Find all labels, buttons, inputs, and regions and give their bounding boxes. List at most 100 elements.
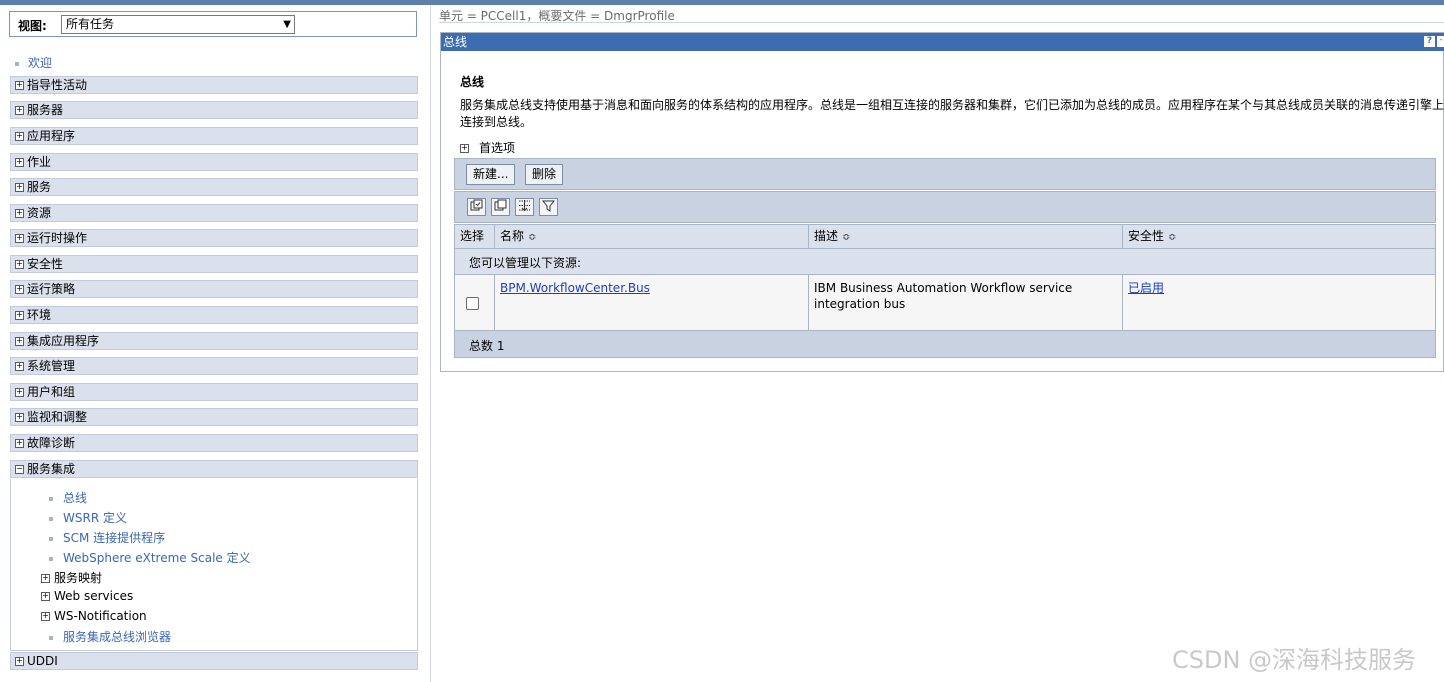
nav-item-applications[interactable]: + 应用程序 bbox=[10, 127, 418, 145]
sub-group-web-services[interactable]: + Web services bbox=[41, 589, 133, 603]
bullet-icon bbox=[49, 516, 53, 521]
panel-titlebar: 总线 ? - bbox=[441, 33, 1444, 51]
table-header: 选择 名称 ≎ 描述 ≎ 安全性 ≎ bbox=[454, 224, 1436, 249]
new-button[interactable]: 新建... bbox=[466, 164, 516, 185]
row-checkbox[interactable] bbox=[466, 297, 479, 310]
plus-box-icon: + bbox=[15, 233, 24, 243]
welcome-label: 欢迎 bbox=[28, 56, 53, 70]
nav-item-label: 服务集成 bbox=[27, 462, 76, 476]
nav-item-uddi[interactable]: + UDDI bbox=[10, 652, 418, 670]
nav-item-environment[interactable]: + 环境 bbox=[10, 306, 418, 324]
bus-description: IBM Business Automation Workflow service… bbox=[814, 281, 1073, 311]
sub-group-ws-notification[interactable]: + WS-Notification bbox=[41, 609, 147, 623]
preferences-toggle[interactable]: + 首选项 bbox=[460, 139, 515, 156]
view-label: 视图: bbox=[18, 19, 47, 33]
bullet-icon bbox=[49, 496, 53, 501]
nav-item-operational-policies[interactable]: + 运行策略 bbox=[10, 280, 418, 298]
nav-item-label: 环境 bbox=[27, 308, 52, 322]
bullet-icon bbox=[49, 556, 53, 561]
plus-box-icon: + bbox=[15, 438, 24, 448]
bullet-icon bbox=[49, 536, 53, 541]
plus-box-icon: + bbox=[15, 310, 24, 320]
cell-select bbox=[455, 275, 495, 330]
cell-security: 已启用 bbox=[1123, 275, 1435, 330]
nav-item-integration-applications[interactable]: + 集成应用程序 bbox=[10, 332, 418, 350]
column-label: 选择 bbox=[460, 229, 485, 243]
show-filter-icon[interactable] bbox=[515, 198, 534, 216]
plus-box-icon: + bbox=[15, 131, 24, 141]
show-filter-svg bbox=[519, 200, 530, 212]
page-description: 服务集成总线支持使用基于消息和面向服务的体系结构的应用程序。总线是一组相互连接的… bbox=[460, 98, 1444, 129]
nav-item-servers[interactable]: + 服务器 bbox=[10, 101, 418, 119]
sort-updown-icon[interactable]: ≎ bbox=[842, 232, 850, 243]
nav-item-label: 安全性 bbox=[27, 257, 64, 271]
nav-item-guided-activities[interactable]: + 指导性活动 bbox=[10, 76, 418, 94]
plus-box-icon: + bbox=[15, 259, 24, 269]
nav-item-system-administration[interactable]: + 系统管理 bbox=[10, 357, 418, 375]
nav-item-monitoring-and-tuning[interactable]: + 监视和调整 bbox=[10, 408, 418, 426]
help-icon[interactable]: ? bbox=[1424, 36, 1435, 47]
select-all-icon[interactable] bbox=[467, 198, 486, 216]
minimize-icon[interactable]: - bbox=[1437, 36, 1444, 47]
table-row: BPM.WorkflowCenter.Bus IBM Business Auto… bbox=[454, 275, 1436, 331]
nav-item-services[interactable]: + 服务 bbox=[10, 178, 418, 196]
cell-description: IBM Business Automation Workflow service… bbox=[809, 275, 1123, 330]
nav-item-users-and-groups[interactable]: + 用户和组 bbox=[10, 383, 418, 401]
column-header-name[interactable]: 名称 ≎ bbox=[495, 225, 809, 248]
plus-box-icon: + bbox=[15, 387, 24, 397]
nav-item-jobs[interactable]: + 作业 bbox=[10, 153, 418, 171]
caption-text: 您可以管理以下资源: bbox=[469, 256, 582, 270]
view-select[interactable]: 所有任务 ▼ bbox=[61, 15, 295, 34]
page-title: 总线 bbox=[460, 75, 485, 89]
sub-link-label: WSRR 定义 bbox=[63, 511, 127, 525]
sub-link-label: SCM 连接提供程序 bbox=[63, 531, 166, 545]
sub-link-wsrr[interactable]: WSRR 定义 bbox=[49, 509, 127, 526]
sub-link-buses[interactable]: 总线 bbox=[49, 489, 87, 506]
deselect-all-icon[interactable] bbox=[491, 198, 510, 216]
plus-box-icon: + bbox=[41, 611, 50, 621]
nav-item-resources[interactable]: + 资源 bbox=[10, 204, 418, 222]
service-integration-subtree: 总线 WSRR 定义 SCM 连接提供程序 WebSphere eXtreme … bbox=[10, 479, 418, 651]
preferences-label: 首选项 bbox=[479, 141, 516, 155]
nav-item-label: 用户和组 bbox=[27, 385, 76, 399]
sub-group-label: 服务映射 bbox=[54, 571, 103, 585]
plus-box-icon: + bbox=[460, 143, 469, 153]
nav-item-label: 监视和调整 bbox=[27, 410, 88, 424]
plus-box-icon: + bbox=[15, 336, 24, 346]
table-caption: 您可以管理以下资源: bbox=[454, 249, 1436, 275]
nav-welcome-link[interactable]: 欢迎 bbox=[15, 54, 52, 71]
plus-box-icon: + bbox=[15, 208, 24, 218]
column-header-description[interactable]: 描述 ≎ bbox=[809, 225, 1123, 248]
plus-box-icon: + bbox=[15, 182, 24, 192]
plus-box-icon: + bbox=[15, 361, 24, 371]
button-bar: 新建... 删除 bbox=[454, 158, 1436, 190]
sort-updown-icon[interactable]: ≎ bbox=[528, 232, 536, 243]
sub-link-scm[interactable]: SCM 连接提供程序 bbox=[49, 529, 165, 546]
security-link[interactable]: 已启用 bbox=[1128, 281, 1164, 295]
plus-box-icon: + bbox=[15, 412, 24, 422]
nav-item-security[interactable]: + 安全性 bbox=[10, 255, 418, 273]
nav-item-troubleshooting[interactable]: + 故障诊断 bbox=[10, 434, 418, 452]
plus-box-icon: + bbox=[41, 591, 50, 601]
plus-box-icon: + bbox=[41, 573, 50, 583]
sub-link-extreme-scale[interactable]: WebSphere eXtreme Scale 定义 bbox=[49, 549, 251, 566]
sub-group-label: Web services bbox=[54, 589, 134, 603]
nav-item-runtime-operations[interactable]: + 运行时操作 bbox=[10, 229, 418, 247]
watermark: CSDN @深海科技服务 bbox=[1172, 646, 1417, 674]
column-header-security[interactable]: 安全性 ≎ bbox=[1123, 225, 1435, 248]
delete-button[interactable]: 删除 bbox=[525, 164, 564, 185]
bus-name-link[interactable]: BPM.WorkflowCenter.Bus bbox=[500, 281, 650, 295]
sort-updown-icon[interactable]: ≎ bbox=[1168, 232, 1176, 243]
chevron-down-icon: ▼ bbox=[283, 19, 291, 30]
sub-link-label: 服务集成总线浏览器 bbox=[63, 630, 172, 644]
clear-filter-icon[interactable] bbox=[539, 198, 558, 216]
plus-box-icon: + bbox=[15, 80, 24, 90]
column-label: 名称 bbox=[500, 229, 525, 243]
nav-item-service-integration[interactable]: − 服务集成 bbox=[10, 460, 418, 478]
column-label: 描述 bbox=[814, 229, 839, 243]
nav-item-label: 资源 bbox=[27, 206, 52, 220]
sub-link-bus-browser[interactable]: 服务集成总线浏览器 bbox=[49, 628, 171, 645]
bullet-icon bbox=[49, 635, 53, 640]
total-count: 总数 1 bbox=[469, 339, 505, 353]
sub-group-service-mapping[interactable]: + 服务映射 bbox=[41, 569, 102, 586]
